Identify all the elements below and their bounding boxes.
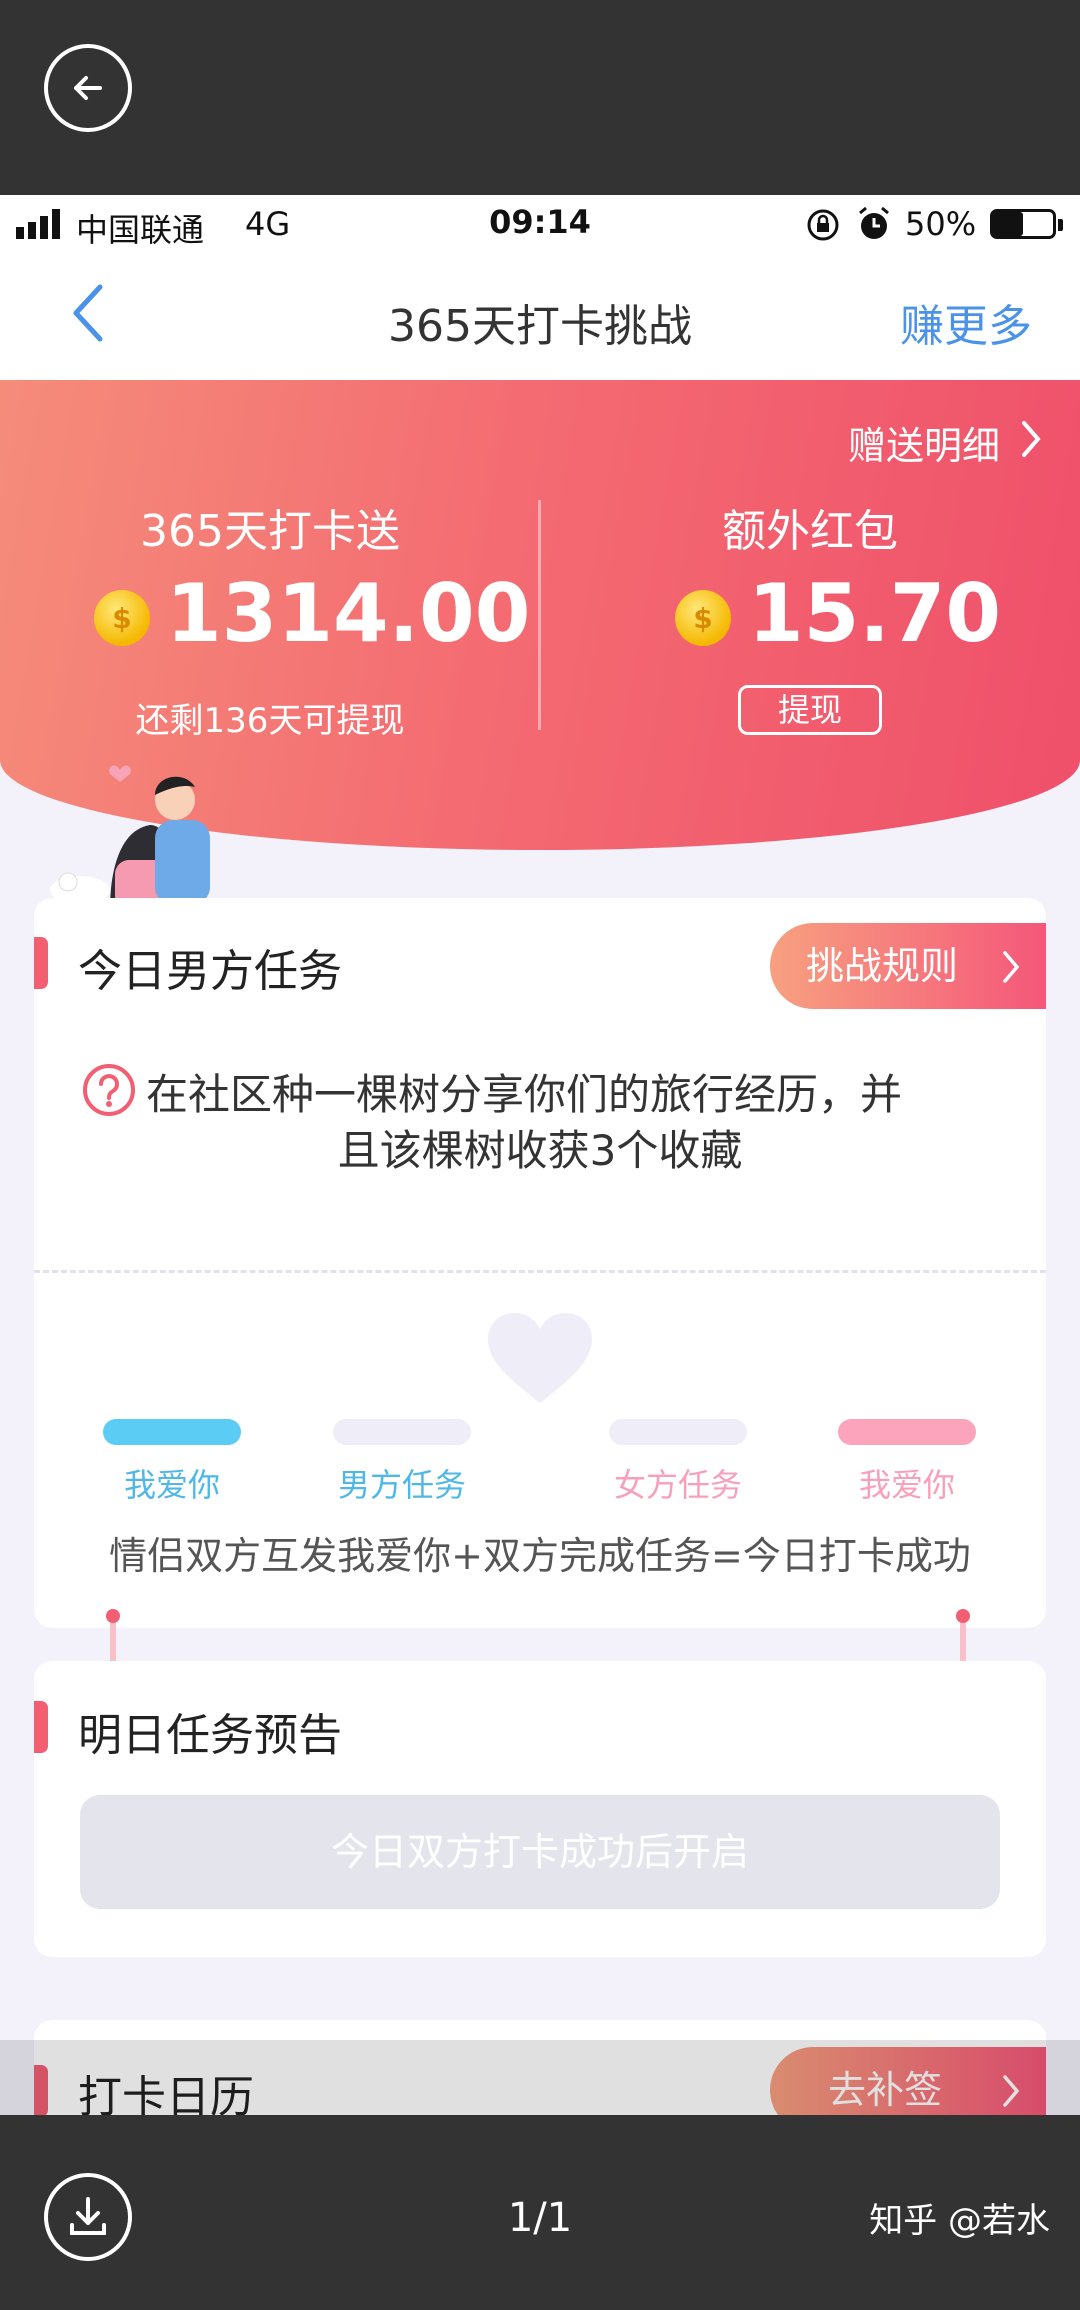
today-task-title: 今日男方任务 [78, 946, 342, 997]
challenge-rules-label: 挑战规则 [806, 944, 959, 988]
phone-screen: 中国联通 4G 09:14 50% 365天打卡挑战 赚更多 赠送明细 365天… [0, 195, 1080, 2115]
progress-bar-love-2 [838, 1419, 976, 1445]
task-text-line2: 且该棵树收获3个收藏 [337, 1126, 743, 1175]
locked-preview-button: 今日双方打卡成功后开启 [80, 1795, 1000, 1909]
chevron-right-icon [1003, 951, 1020, 983]
coin-icon: $ [675, 590, 731, 646]
alarm-icon [859, 206, 889, 239]
progress-label: 男方任务 [337, 1466, 466, 1504]
source-watermark: 知乎 @若水 [869, 2201, 1050, 2241]
arrow-left-icon [74, 76, 102, 100]
progress-bar-male-task [333, 1419, 471, 1445]
progress-label: 我爱你 [858, 1466, 955, 1504]
viewer-top-bar [0, 0, 1080, 195]
coin-icon: $ [94, 590, 150, 646]
section-marker [34, 937, 48, 989]
question-icon[interactable] [82, 1063, 136, 1117]
couple-illustration [50, 765, 210, 910]
rotation-lock-icon [807, 209, 839, 241]
progress-label: 我爱你 [123, 1466, 220, 1504]
checkin-reward-title: 365天打卡送 [140, 506, 400, 557]
extra-redpacket-title: 额外红包 [722, 506, 898, 557]
earn-more-link[interactable]: 赚更多 [900, 290, 1032, 354]
progress-bar-female-task [609, 1419, 747, 1445]
section-marker [34, 1701, 48, 1753]
status-bar: 中国联通 4G 09:14 50% [0, 195, 1080, 255]
checkin-reward-amount: 1314.00 [166, 567, 531, 660]
checkin-formula: 情侣双方互发我爱你+双方完成任务=今日打卡成功 [109, 1534, 971, 1578]
viewer-fade-overlay [0, 2040, 1080, 2115]
extra-redpacket-amount: 15.70 [748, 567, 1002, 660]
card-divider [34, 1270, 1046, 1273]
battery-percent: 50% [905, 205, 977, 243]
chevron-right-icon [1022, 421, 1041, 457]
remaining-days-note: 还剩136天可提现 [135, 701, 405, 741]
heart-icon [488, 1313, 592, 1403]
battery-icon [990, 209, 1056, 239]
hero-divider [538, 500, 541, 730]
progress-label: 女方任务 [613, 1466, 742, 1504]
task-text-line1: 在社区种一棵树分享你们的旅行经历，并 [146, 1070, 903, 1119]
progress-bar-love-1 [103, 1419, 241, 1445]
gift-detail-link[interactable]: 赠送明细 [848, 415, 1000, 470]
withdraw-button[interactable]: 提现 [738, 685, 882, 735]
challenge-rules-button[interactable]: 挑战规则 [770, 923, 1046, 1009]
viewer-back-button[interactable] [44, 44, 132, 132]
tomorrow-task-title: 明日任务预告 [78, 1710, 342, 1761]
